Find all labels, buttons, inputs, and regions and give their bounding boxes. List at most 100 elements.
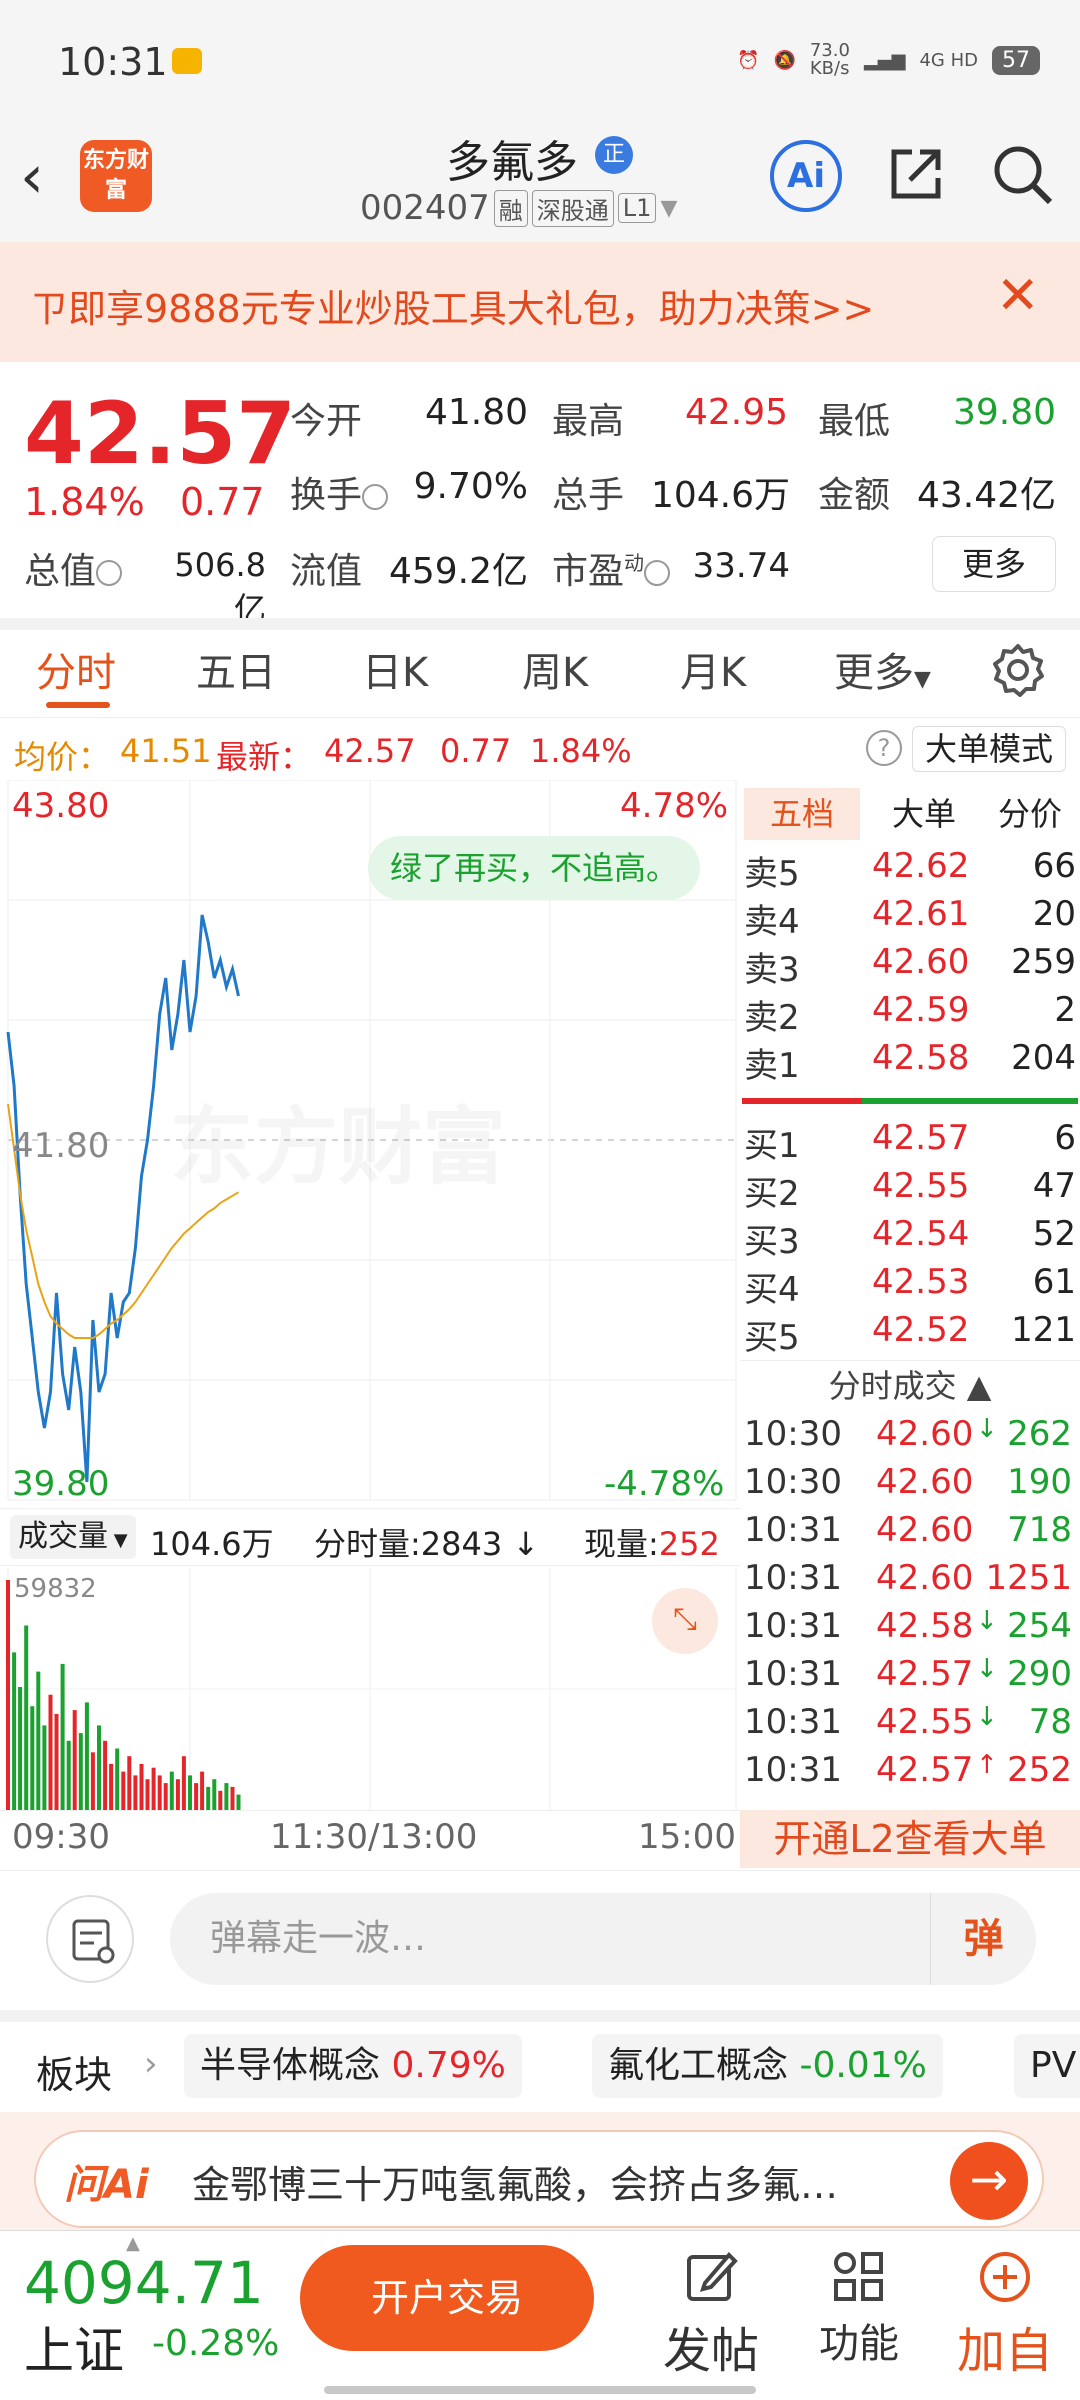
sector-chip-fluorochem[interactable]: 氟化工概念 -0.01%: [592, 2034, 943, 2098]
index-value[interactable]: 4094.71: [24, 2249, 264, 2317]
trade-time: 10:31: [744, 1558, 842, 1598]
volume-bar: [194, 1783, 199, 1810]
divider: [0, 618, 1080, 630]
volume-bar: [206, 1786, 211, 1810]
level-label: 卖5: [744, 854, 800, 894]
level-label: 买1: [744, 1126, 800, 1166]
search-icon[interactable]: [990, 142, 1056, 208]
axis-bottom-price: 39.80: [12, 1464, 110, 1504]
tab-intraday[interactable]: 分时: [36, 640, 116, 698]
volume-bar: [30, 1706, 35, 1810]
bid-ask-bar-buy: [862, 1098, 1078, 1104]
help-icon[interactable]: ?: [866, 730, 902, 766]
index-name[interactable]: 上证: [24, 2311, 124, 2383]
battery-indicator: 57: [992, 45, 1040, 75]
trades-header[interactable]: 分时成交 ▲: [740, 1360, 1080, 1410]
last-change: 0.77: [440, 732, 512, 770]
bullet-list-icon[interactable]: [46, 1895, 134, 1983]
ask-ai-logo: 问Ai: [64, 2162, 149, 2208]
l2-upgrade-button[interactable]: 开通L2查看大单: [740, 1810, 1080, 1868]
home-indicator: [324, 2386, 756, 2394]
order-book-tabs: 五档 大单 分价: [740, 780, 1080, 844]
trade-arrow: ↓: [976, 1606, 998, 1636]
tab-five-level[interactable]: 五档: [744, 788, 860, 840]
arrow-right-icon[interactable]: →: [950, 2142, 1028, 2220]
trade-volume: 252: [1007, 1750, 1072, 1790]
info-icon[interactable]: [362, 484, 389, 510]
volume-bar: [151, 1767, 156, 1810]
nav-add-favorite[interactable]: 加自: [940, 2243, 1070, 2381]
level-price: 42.55: [872, 1166, 970, 1206]
avg-value: 41.51: [120, 732, 212, 770]
ask-row[interactable]: 卖5 42.62 66: [740, 846, 1076, 894]
bid-row[interactable]: 买4 42.53 61: [740, 1262, 1076, 1310]
info-icon[interactable]: [96, 560, 123, 586]
trade-row: 10:31 42.60 718: [740, 1510, 1076, 1558]
expand-icon[interactable]: ⤡: [652, 1588, 718, 1654]
sector-label[interactable]: 板块: [36, 2044, 112, 2099]
back-icon[interactable]: ‹: [20, 142, 44, 212]
volume-bar: [188, 1775, 192, 1810]
sector-chip-pv[interactable]: PV: [1014, 2034, 1080, 2098]
info-icon[interactable]: [644, 560, 671, 586]
gear-icon[interactable]: [990, 642, 1046, 698]
volume-bar: [72, 1710, 77, 1810]
bid-row[interactable]: 买3 42.54 52: [740, 1214, 1076, 1262]
sector-chip-semiconductor[interactable]: 半导体概念 0.79%: [184, 2034, 522, 2098]
time-axis-end: 15:00: [638, 1817, 736, 1857]
tab-five-day[interactable]: 五日: [196, 640, 276, 698]
level-price: 42.53: [872, 1262, 970, 1302]
nav-functions[interactable]: 功能: [794, 2243, 924, 2369]
volume-bar: [157, 1775, 162, 1810]
level-label: 买3: [744, 1222, 800, 1262]
tab-price-dist[interactable]: 分价: [980, 788, 1080, 840]
bid-row[interactable]: 买5 42.52 121: [740, 1310, 1076, 1358]
tab-daily-k[interactable]: 日K: [362, 640, 428, 698]
tab-big-order[interactable]: 大单: [874, 788, 974, 840]
volume-bar: [181, 1756, 186, 1810]
ask-row[interactable]: 卖1 42.58 204: [740, 1038, 1076, 1086]
big-order-mode-button[interactable]: 大单模式: [912, 726, 1067, 772]
bid-row[interactable]: 买1 42.57 6: [740, 1118, 1076, 1166]
level-label: 买4: [744, 1270, 800, 1310]
tab-monthly-k[interactable]: 月K: [680, 640, 746, 698]
ask-ai-box[interactable]: 问Ai 金鄂博三十万吨氢氟酸，会挤占多氟… →: [34, 2130, 1044, 2228]
bullet-toggle-button[interactable]: 弹: [930, 1893, 1036, 1985]
chevron-right-icon[interactable]: ›: [144, 2044, 158, 2084]
stock-code-row[interactable]: 002407 融 深股通 L1 ▼: [360, 188, 677, 228]
ask-row[interactable]: 卖4 42.61 20: [740, 894, 1076, 942]
ask-row[interactable]: 卖2 42.59 2: [740, 990, 1076, 1038]
promo-banner[interactable]: ㄗ即享9888元专业炒股工具大礼包，助力决策>> ✕: [0, 242, 1080, 362]
nav-post[interactable]: 发帖: [646, 2243, 776, 2381]
more-button[interactable]: 更多: [932, 536, 1056, 592]
ask-ai-bar: 问Ai 金鄂博三十万吨氢氟酸，会挤占多氟… →: [0, 2112, 1080, 2230]
bullet-input[interactable]: 弹幕走一波… 弹: [170, 1893, 1036, 1985]
bid-row[interactable]: 买2 42.55 47: [740, 1166, 1076, 1214]
level-price: 42.52: [872, 1310, 970, 1350]
volume-bar: [66, 1740, 71, 1810]
ask-row[interactable]: 卖3 42.60 259: [740, 942, 1076, 990]
chart-grid: [7, 779, 737, 1810]
ai-button[interactable]: Ai: [770, 140, 842, 212]
trade-row: 10:31 42.57 ↓ 290: [740, 1654, 1076, 1702]
volume-bar: [121, 1771, 126, 1810]
trade-price: 42.60: [876, 1510, 974, 1550]
mute-icon: 🔕: [773, 49, 796, 71]
open-account-trade-button[interactable]: 开户交易: [300, 2245, 594, 2351]
net-speed: 73.0 KB/s: [809, 40, 850, 79]
tab-weekly-k[interactable]: 周K: [522, 640, 588, 698]
nav-add-favorite-label: 加自: [956, 2323, 1053, 2379]
volume-bar: [212, 1779, 217, 1810]
share-icon[interactable]: [886, 144, 946, 204]
volume-selector[interactable]: 成交量 ▼: [10, 1515, 136, 1559]
axis-top-price: 43.80: [12, 786, 110, 826]
close-icon[interactable]: ✕: [996, 266, 1040, 326]
level-volume: 66: [1032, 846, 1076, 886]
intraday-chart[interactable]: 东方财富 43.80 4.78% 绿了再买，不追高。 41.80 39.80 -…: [0, 779, 740, 1870]
trade-time: 10:31: [744, 1510, 842, 1550]
trade-time: 10:30: [744, 1462, 842, 1502]
trade-volume: 1251: [985, 1558, 1072, 1598]
tip-bubble[interactable]: 绿了再买，不追高。: [368, 836, 701, 900]
tab-more[interactable]: 更多▼: [834, 640, 931, 698]
ask-ai-question: 金鄂博三十万吨氢氟酸，会挤占多氟…: [192, 2163, 839, 2207]
